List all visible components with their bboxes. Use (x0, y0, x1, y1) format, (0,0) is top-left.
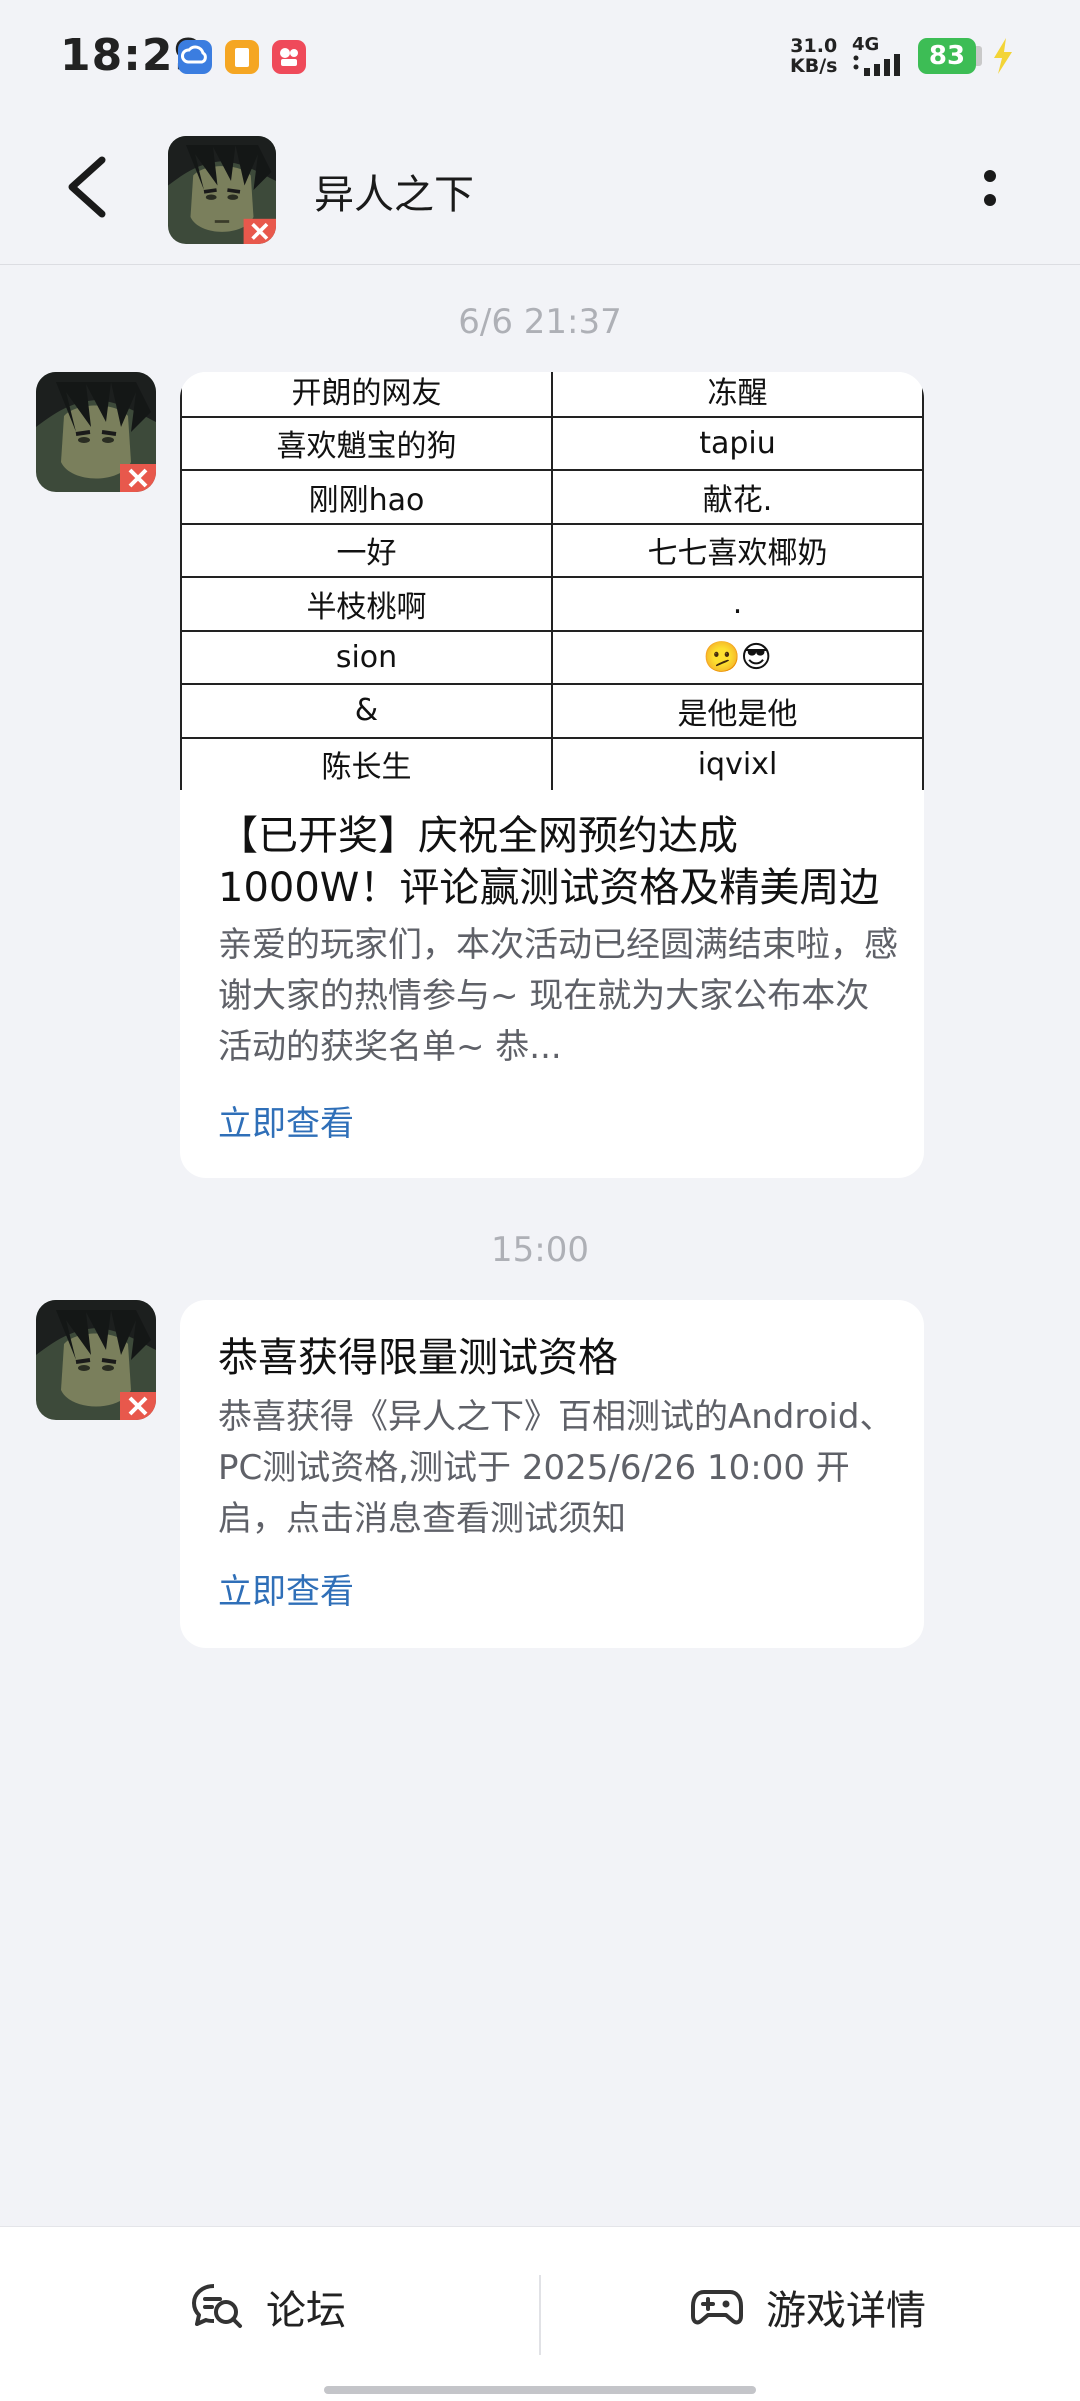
card-title: 恭喜获得限量测试资格 (218, 1335, 618, 1381)
forum-icon (192, 2284, 242, 2328)
battery-cap (976, 46, 982, 66)
table-row: 喜欢魈宝的狗 tapiu (180, 415, 924, 471)
table-cell: 喜欢魈宝的狗 (180, 415, 553, 471)
table-cell: 一好 (180, 522, 553, 578)
game-details-tab[interactable]: 游戏详情 (690, 2267, 926, 2347)
forum-tab[interactable]: 论坛 (190, 2267, 346, 2347)
table-row: 开朗的网友 冻醒 (180, 372, 924, 418)
chat-title: 异人之下 (314, 172, 474, 218)
table-cell: & (180, 683, 553, 739)
table-cell: sion (180, 629, 553, 685)
gamepad-icon (691, 2290, 743, 2325)
table-cell: 刚刚hao (180, 469, 553, 525)
table-cell: tapiu (551, 415, 924, 471)
network-type: 4G (852, 34, 880, 55)
network-speed-value: 31.0 (790, 35, 838, 57)
sender-avatar[interactable] (36, 372, 156, 492)
announcement-card[interactable]: 开朗的网友 冻醒 喜欢魈宝的狗 tapiu 刚刚hao 献花. 一好 七七喜欢椰奶 半枝桃啊. s… (180, 372, 924, 1178)
back-arrow-icon[interactable] (58, 152, 118, 222)
winner-table: 开朗的网友 冻醒 喜欢魈宝的狗 tapiu 刚刚hao 献花. 一好 七七喜欢椰奶 半枝桃啊. s… (180, 372, 924, 790)
more-options-icon[interactable] (968, 160, 1012, 216)
forum-label: 论坛 (266, 2288, 346, 2334)
table-cell: . (551, 576, 924, 632)
view-now-link[interactable]: 立即查看 (218, 1564, 354, 1613)
table-cell: 🫤😎 (551, 629, 924, 685)
game-details-label: 游戏详情 (766, 2288, 926, 2334)
table-cell: 开朗的网友 (180, 372, 553, 418)
message-timestamp: 6/6 21:37 (458, 302, 622, 342)
status-bar: 18:29 31.0 KB/s 4G 83 (0, 0, 1080, 112)
test-qualification-card[interactable]: 恭喜获得限量测试资格 恭喜获得《异人之下》百相测试的Android、PC测试资格… (180, 1300, 924, 1648)
chat-header: 异人之下 (0, 112, 1080, 265)
table-row: 一好 七七喜欢椰奶 (180, 522, 924, 578)
card-body: 恭喜获得《异人之下》百相测试的Android、PC测试资格,测试于 2025/6… (218, 1397, 894, 1539)
message-timestamp: 15:00 (491, 1230, 589, 1270)
table-cell: 献花. (551, 469, 924, 525)
bottom-bar: 论坛 游戏详情 (0, 2226, 1080, 2401)
network-speed-unit: KB/s (790, 55, 838, 77)
table-cell: iqvixl (551, 736, 924, 790)
charging-icon (994, 38, 1012, 74)
table-cell: 半枝桃啊 (180, 576, 553, 632)
table-row: & 是他是他 (180, 683, 924, 739)
table-cell: 七七喜欢椰奶 (551, 522, 924, 578)
bottom-divider (539, 2275, 541, 2355)
view-now-link[interactable]: 立即查看 (218, 1096, 354, 1145)
card-image-winner-table: 开朗的网友 冻醒 喜欢魈宝的狗 tapiu 刚刚hao 献花. 一好 七七喜欢椰奶 半枝桃啊. s… (180, 372, 924, 790)
table-row: 刚刚hao 献花. (180, 469, 924, 525)
signal-icon (853, 54, 900, 76)
clipboard-app-icon (225, 40, 259, 74)
card-body: 亲爱的玩家们，本次活动已经圆满结束啦，感谢大家的热情参与~ 现在就为大家公布本次… (218, 925, 898, 1067)
network-speed: 31.0 KB/s (790, 36, 837, 76)
table-row: 半枝桃啊. (180, 576, 924, 632)
table-cell: 是他是他 (551, 683, 924, 739)
table-row: 陈长生 iqvixl (180, 736, 924, 790)
table-cell: 陈长生 (180, 736, 553, 790)
home-indicator[interactable] (324, 2386, 756, 2394)
sender-avatar[interactable] (36, 1300, 156, 1420)
battery-level: 83 (918, 38, 976, 74)
game-avatar[interactable] (168, 136, 276, 244)
video-app-icon (272, 40, 306, 74)
card-title: 【已开奖】庆祝全网预约达成1000W！评论赢测试资格及精美周边 (218, 813, 880, 911)
table-row: sion 🫤😎 (180, 629, 924, 685)
cloud-app-icon (178, 40, 212, 74)
table-cell: 冻醒 (551, 372, 924, 418)
